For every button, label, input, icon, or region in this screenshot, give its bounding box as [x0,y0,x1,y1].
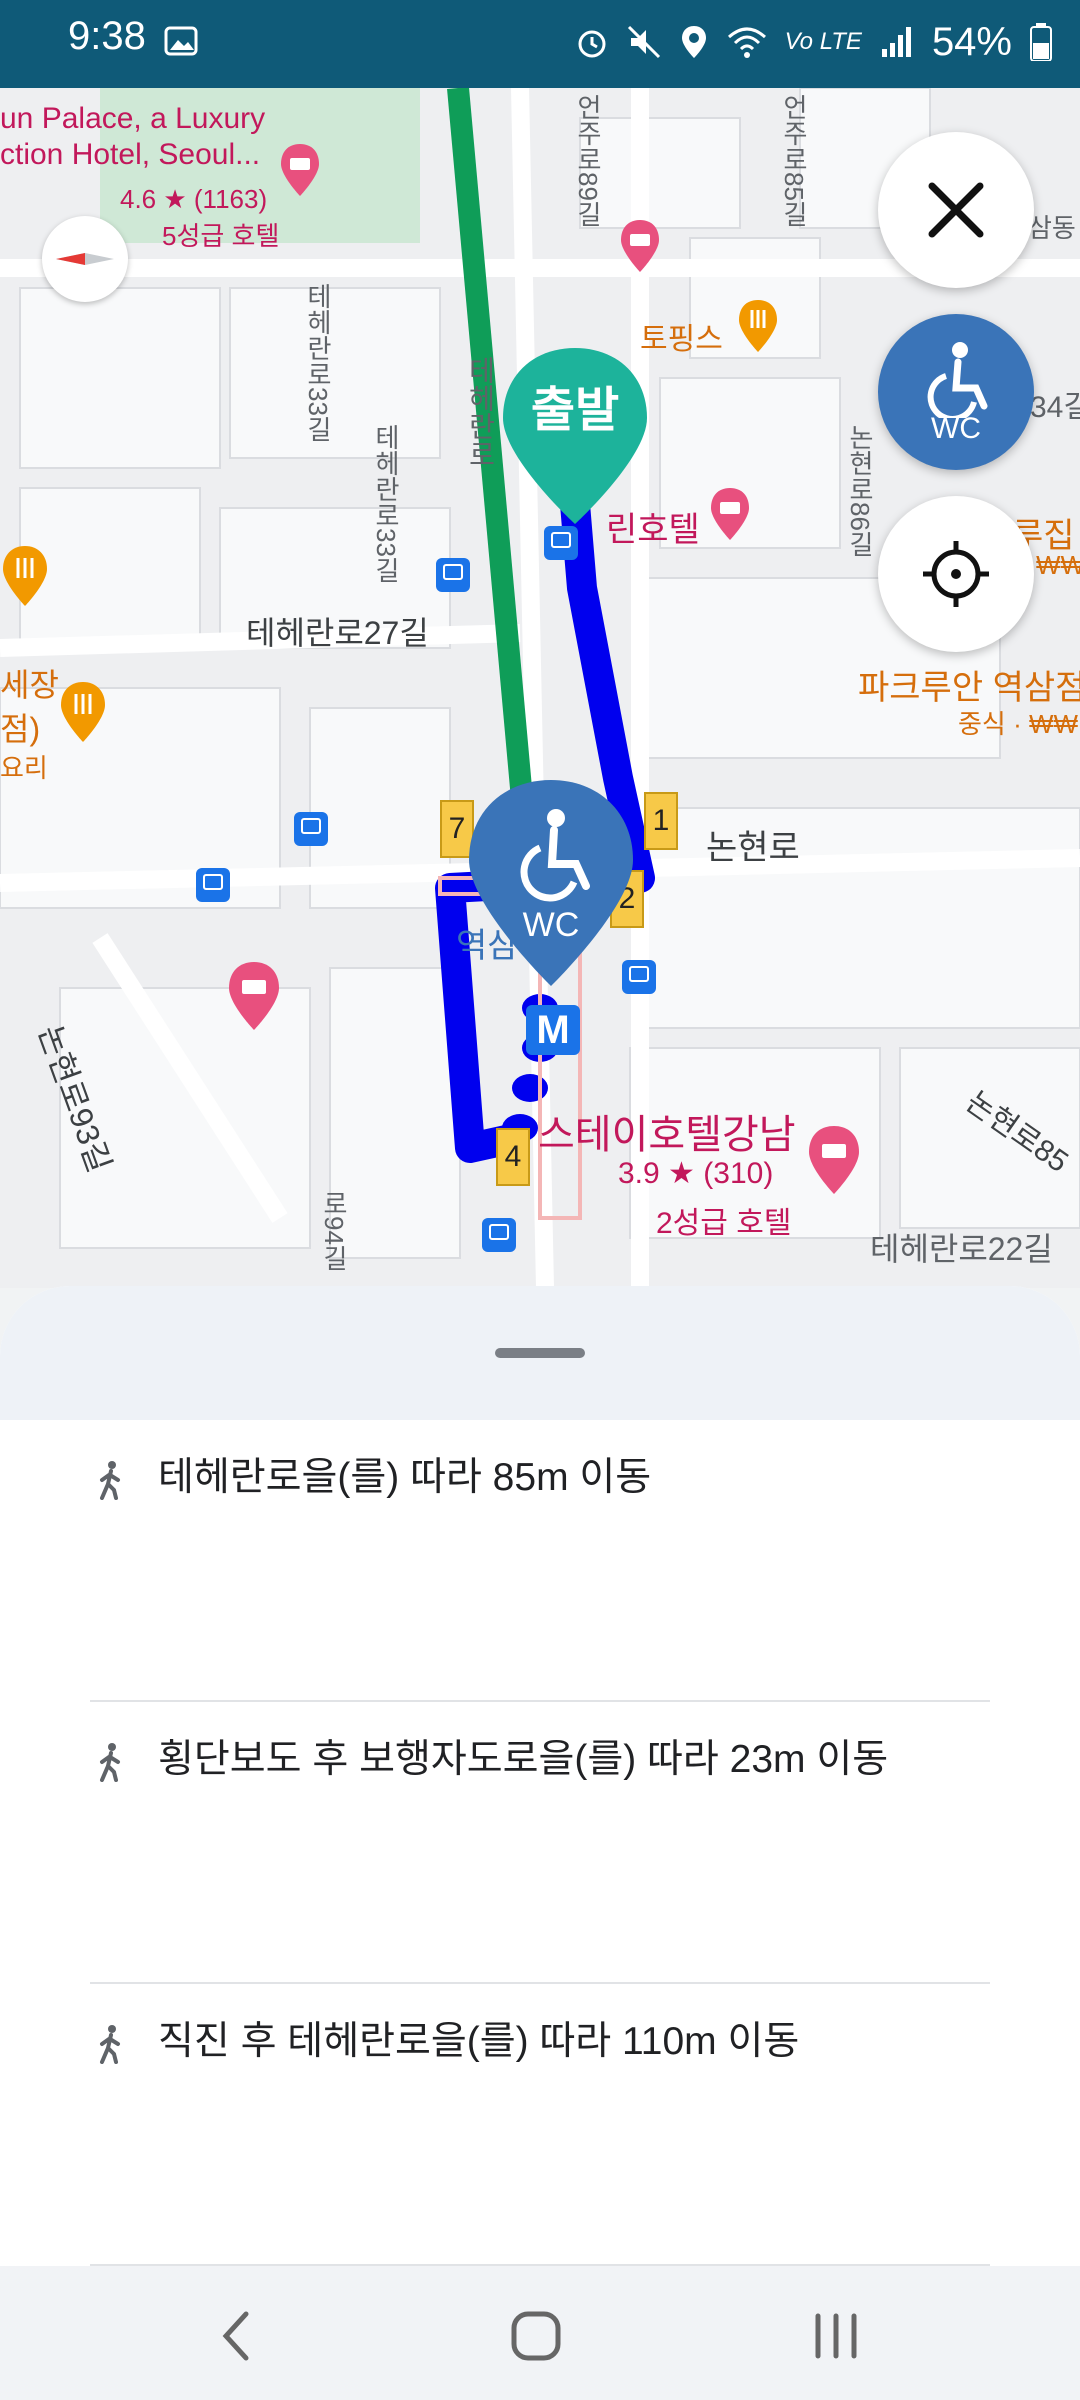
road-label: 테헤란로33길 [303,283,333,442]
hotel-class: 5성급 호텔 [162,221,280,251]
battery-icon [1030,23,1052,61]
exit-badge: 1 [644,792,678,850]
alarm-icon [578,30,606,58]
walk-icon [100,1743,120,1782]
step-text: 횡단보도 후 보행자도로을(를) 따라 23m 이동 [158,1738,889,1781]
crosshair-icon [923,541,989,607]
map-view[interactable]: un Palace, a Luxury ction Hotel, Seoul..… [0,88,1080,1288]
hotel-pin-icon[interactable] [226,960,282,1032]
close-icon [928,182,984,238]
hotel-label[interactable]: un Palace, a Luxury [0,102,265,136]
drag-handle[interactable] [495,1348,585,1358]
step-text: 직진 후 테헤란로을(를) 따라 110m 이동 [158,2020,800,2063]
recents-button[interactable] [796,2296,876,2376]
my-location-button[interactable] [878,496,1034,652]
road-label: 로94길 [319,1190,349,1271]
recents-icon [815,2313,857,2359]
area-label: 삼동 [1028,213,1076,243]
hotel-pin-icon[interactable] [618,218,662,274]
road-label: 언주로85길 [779,94,809,227]
start-marker[interactable]: 출발 [500,346,650,526]
wc-button-label: WC [931,412,981,445]
wc-filter-button[interactable]: WC [878,314,1034,470]
wheelchair-icon [927,342,988,418]
compass-icon [56,253,114,265]
wc-marker-label: WC [522,906,580,944]
restaurant-pin-icon[interactable] [0,544,50,608]
restaurant-pin-icon[interactable] [736,298,780,354]
home-icon [511,2311,561,2361]
road-label: 테헤란로27길 [246,615,429,651]
bus-stop-icon[interactable] [436,558,470,592]
close-button[interactable] [878,132,1034,288]
road-label: 34길 [1030,391,1080,424]
wifi-icon [727,27,766,58]
wc-marker[interactable]: WC [466,778,636,988]
restaurant-label: 점) [0,711,41,747]
directions-sheet[interactable]: 테헤란로을(를) 따라 85m 이동 횡단보도 후 보행자도로을(를) 따라 2… [0,1286,1080,2266]
restaurant-category: 중식 · ₩₩ [958,709,1079,739]
walk-icon [100,1461,120,1500]
hotel-pin-icon[interactable] [278,142,322,198]
sheet-header[interactable] [0,1286,1080,1420]
hotel-pin-icon[interactable] [708,486,752,542]
status-time: 9:38 [68,14,146,58]
restaurant-label[interactable]: 세장 [0,660,59,706]
restaurant-label[interactable]: 토핑스 [640,314,723,358]
home-button[interactable] [496,2296,576,2376]
compass-button[interactable] [42,216,128,302]
step-list[interactable]: 테헤란로을(를) 따라 85m 이동 횡단보도 후 보행자도로을(를) 따라 2… [0,1420,1080,2266]
step-text: 테헤란로을(를) 따라 85m 이동 [158,1456,652,1499]
price-label: ₩₩ [1036,550,1080,580]
bus-stop-icon[interactable] [294,812,328,846]
metro-station-icon[interactable]: M [526,1005,580,1055]
road-label: 테헤란로22길 [870,1231,1053,1267]
network-type: Vo LTE [784,28,862,55]
restaurant-pin-icon[interactable] [58,680,108,744]
start-marker-label: 출발 [530,384,620,437]
gallery-icon [164,26,198,56]
road-label: 언주로89길 [573,94,603,227]
hotel-rating: 3.9 ★ (310) [618,1157,774,1190]
road-label: 테헤란로33길 [371,424,401,583]
direction-step[interactable]: 직진 후 테헤란로을(를) 따라 110m 이동 [90,1984,990,2266]
battery-percent: 54% [931,19,1012,64]
walk-icon [100,2025,120,2064]
exit-badge: 4 [496,1128,530,1186]
back-button[interactable] [196,2296,276,2376]
location-icon [681,26,706,58]
restaurant-label[interactable]: 파크루안 역삼점 [858,660,1080,709]
hotel-label[interactable]: 스테이호텔강남 [538,1102,796,1160]
hotel-class: 2성급 호텔 [656,1207,792,1240]
signal-icon [881,27,911,57]
hotel-label[interactable]: ction Hotel, Seoul... [0,138,260,172]
status-icons: Vo LTE 54% [575,12,1052,72]
direction-step[interactable]: 횡단보도 후 보행자도로을(를) 따라 23m 이동 [90,1702,990,1984]
back-icon [222,2311,249,2361]
road-label: 논현로86길 [845,424,875,557]
bus-stop-icon[interactable] [482,1218,516,1252]
wc-pin-icon [469,780,633,986]
bus-stop-icon[interactable] [544,526,578,560]
road-label: 논현로 [706,829,800,867]
hotel-rating: 4.6 ★ (1163) [120,184,268,214]
road-label: 테헤란로 [465,356,496,468]
restaurant-category: 요리 [0,753,48,783]
hotel-pin-icon[interactable] [806,1124,862,1196]
mute-icon [627,25,660,59]
status-bar: 9:38 Vo LTE 54% [0,0,1080,88]
bus-stop-icon[interactable] [196,868,230,902]
system-nav-bar [0,2266,1080,2400]
direction-step[interactable]: 테헤란로을(를) 따라 85m 이동 [90,1420,990,1702]
